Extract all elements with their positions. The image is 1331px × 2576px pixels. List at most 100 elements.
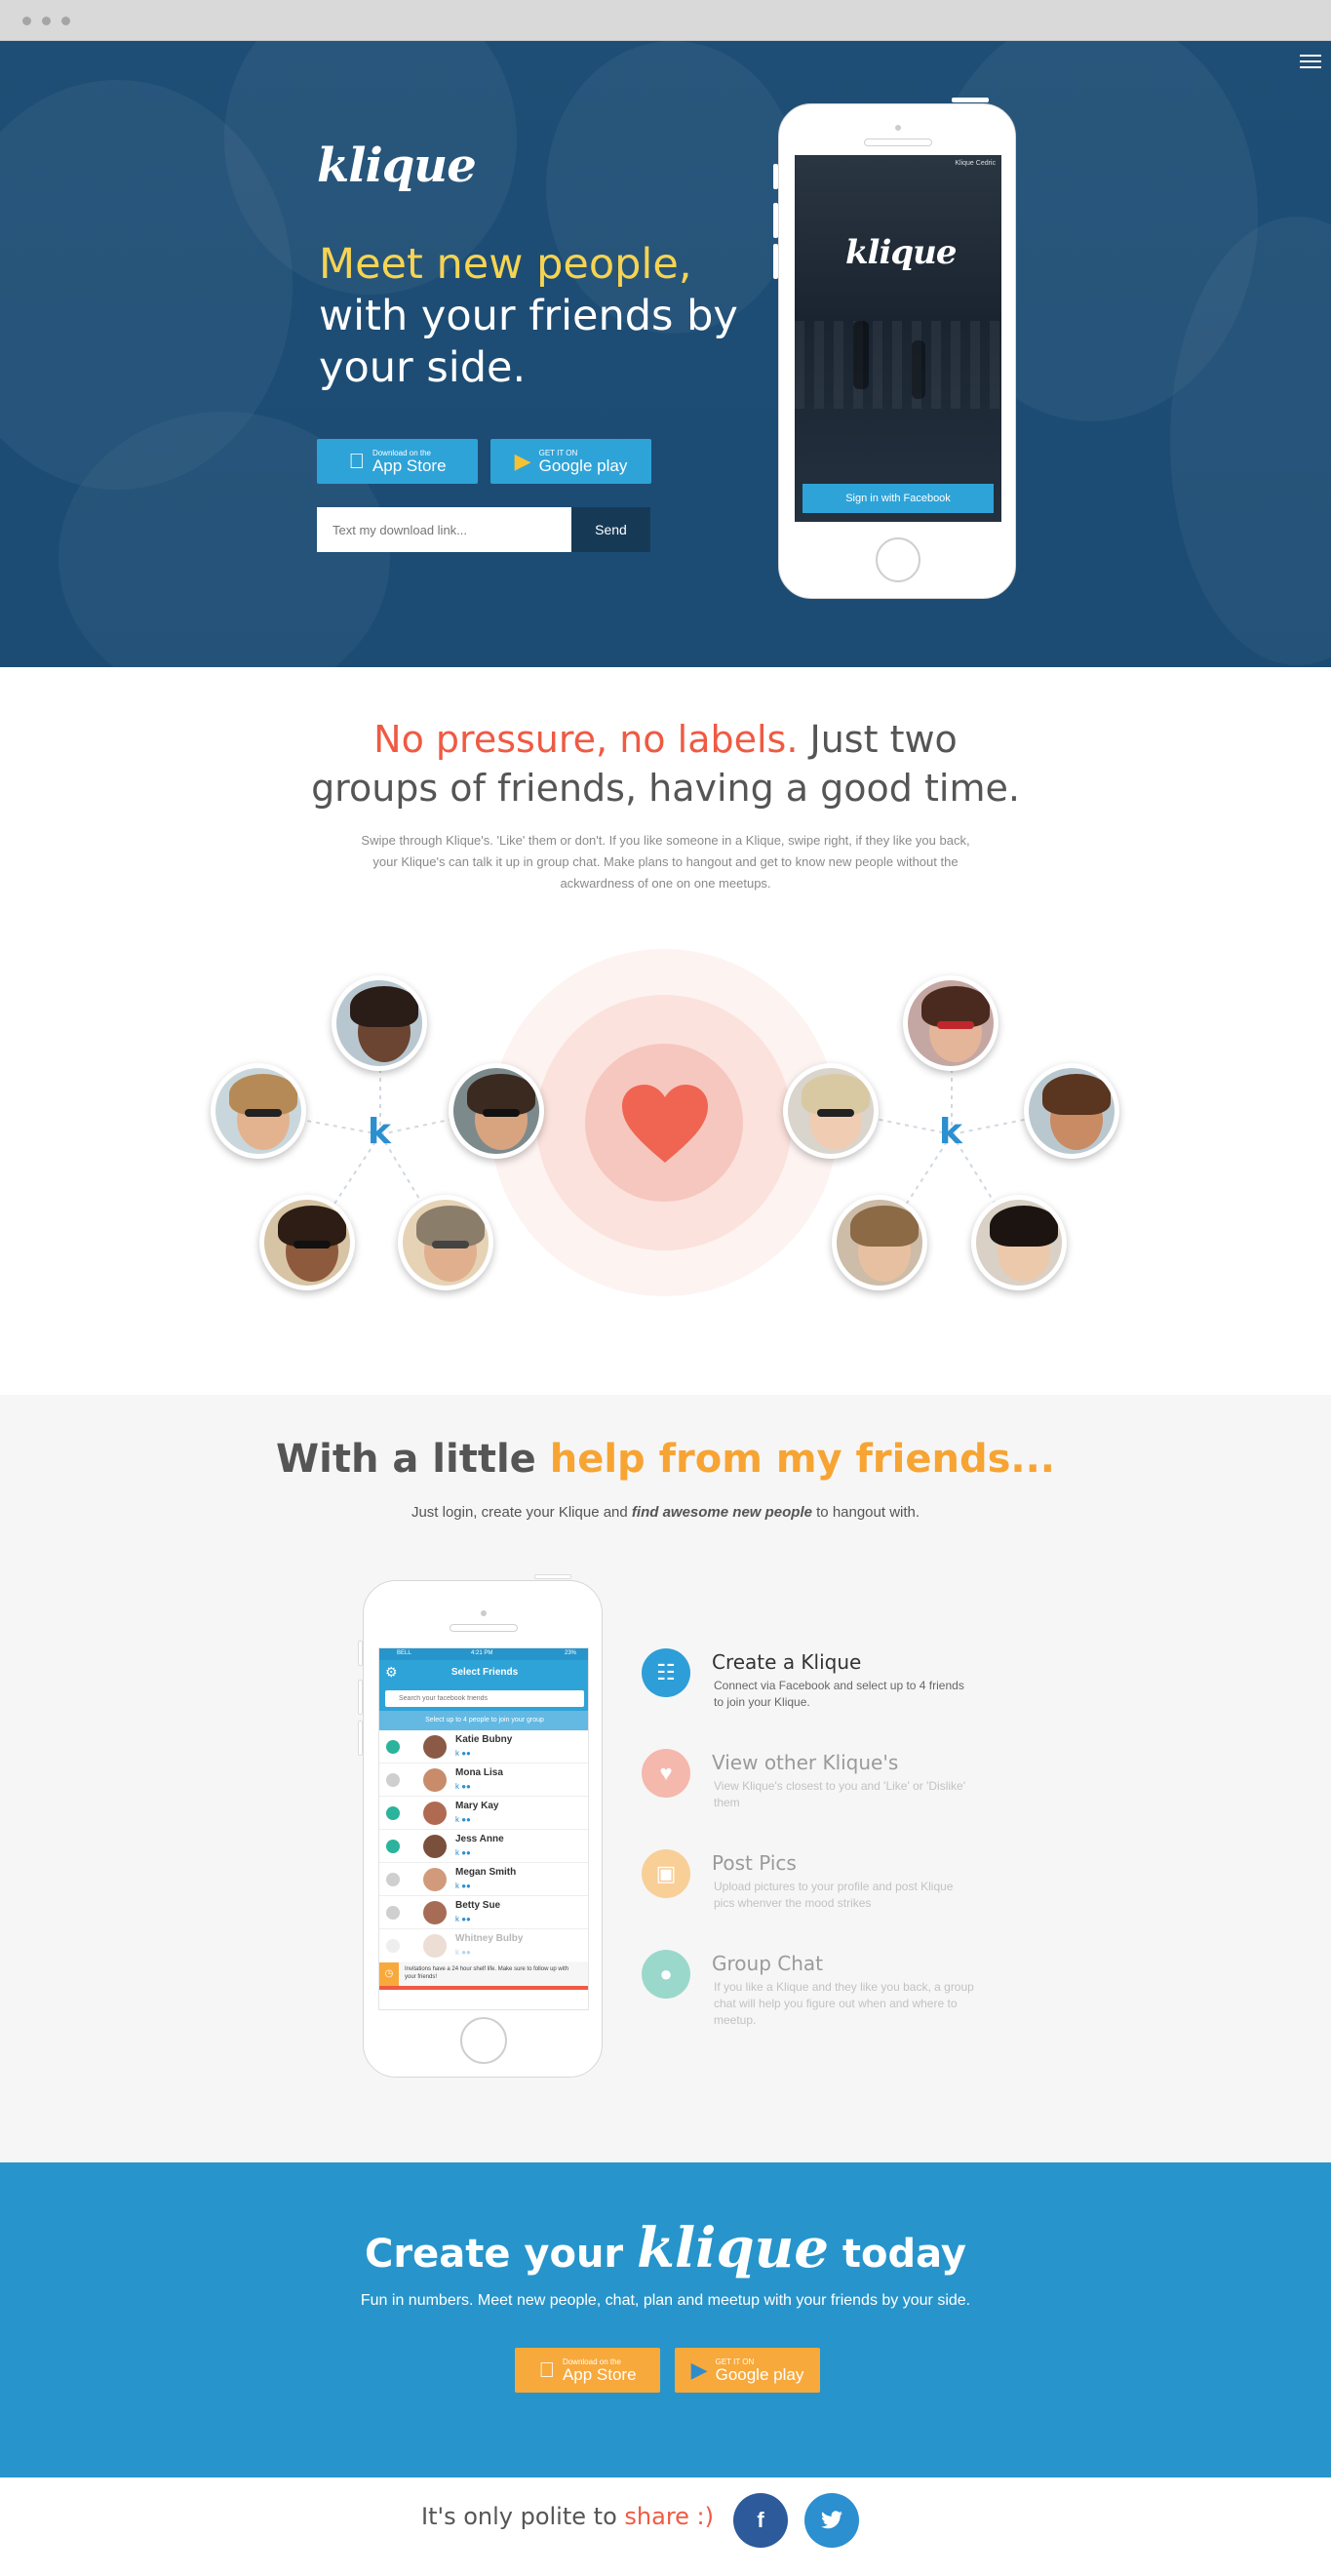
cta-logo: klique	[637, 2216, 829, 2280]
feature-title: Group Chat	[712, 1952, 823, 1975]
avatar	[259, 1195, 355, 1290]
page: { "hero": { "logo": "klique", "headline_…	[0, 0, 1331, 2576]
play-icon: ▶	[690, 2358, 708, 2382]
phone-number-input[interactable]	[317, 507, 571, 552]
avatar	[1024, 1063, 1119, 1159]
friend-name: Mona Lisa	[455, 1767, 503, 1778]
friend-name: Whitney Bulby	[455, 1933, 524, 1944]
avatar	[423, 1768, 447, 1792]
friend-row[interactable]: Whitney Bulby k ●●	[379, 1929, 588, 1962]
avatar	[971, 1195, 1067, 1290]
window-dot	[22, 17, 31, 25]
screen-title: Select Friends	[450, 1667, 519, 1678]
play-icon: ▶	[514, 449, 531, 473]
unchecked-icon[interactable]	[386, 1939, 400, 1953]
avatar	[449, 1063, 544, 1159]
phone-status-text: Klique Cedric	[955, 160, 996, 167]
hero-headline-rest: with your friends by your side.	[319, 292, 738, 392]
app-header: ⚙ Select Friends	[379, 1660, 588, 1687]
avatar	[423, 1735, 447, 1759]
browser-chrome	[0, 0, 1331, 41]
checked-icon[interactable]	[386, 1740, 400, 1754]
friend-meta-icon: k ●●	[455, 1848, 471, 1857]
app-store-button[interactable]:  Download on theApp Store	[515, 2348, 660, 2393]
friend-meta-icon: k ●●	[455, 1782, 471, 1791]
avatar	[423, 1835, 447, 1858]
feature-title: Create a Klique	[712, 1650, 862, 1674]
google-play-button[interactable]: ▶ GET IT ON Google play	[490, 439, 651, 484]
share-link[interactable]: share :)	[624, 2503, 714, 2530]
friend-row[interactable]: Mona Lisa k ●●	[379, 1764, 588, 1797]
window-dot	[61, 17, 70, 25]
cta-section	[0, 2162, 1331, 2477]
avatar	[832, 1195, 927, 1290]
unchecked-icon[interactable]	[386, 1873, 400, 1886]
friend-meta-icon: k ●●	[455, 1749, 471, 1758]
select-friends-screen: BELL 4:21 PM 23% ⚙ Select Friends Select…	[378, 1647, 589, 2010]
klique-k-icon: k	[368, 1112, 391, 1152]
timer-icon: ◷	[379, 1962, 399, 1986]
status-bar: BELL 4:21 PM 23%	[379, 1648, 588, 1660]
share-text: It's only polite to share :)	[420, 2503, 714, 2530]
features-title: With a little help from my friends...	[276, 1437, 1055, 1482]
klique-k-icon: k	[939, 1112, 962, 1152]
friend-name: Jess Anne	[455, 1834, 504, 1844]
cta-subtitle: Fun in numbers. Meet new people, chat, p…	[360, 2292, 971, 2309]
friend-meta-icon: k ●●	[455, 1915, 471, 1923]
feature-description: If you like a Klique and they like you b…	[714, 1980, 974, 2027]
friend-row[interactable]: Betty Sue k ●●	[379, 1896, 588, 1929]
heart-icon: ♥	[642, 1749, 690, 1798]
hamburger-menu-icon[interactable]	[1300, 55, 1321, 70]
intro-paragraph: Swipe through Klique's. 'Like' them or d…	[361, 833, 970, 891]
avatar	[332, 975, 427, 1071]
checked-icon[interactable]	[386, 1806, 400, 1820]
feature-description: Upload pictures to your profile and post…	[714, 1880, 954, 1910]
selection-hint: Select up to 4 people to join your group	[379, 1711, 588, 1730]
friend-row[interactable]: Jess Anne k ●●	[379, 1830, 588, 1863]
group-icon: ☷	[642, 1648, 690, 1697]
friend-row[interactable]: Mary Kay k ●●	[379, 1797, 588, 1830]
facebook-icon[interactable]: f	[733, 2493, 788, 2548]
phone-home-button	[460, 2017, 507, 2064]
friends-search-input[interactable]	[385, 1690, 584, 1707]
friend-name: Betty Sue	[455, 1900, 501, 1911]
app-store-button[interactable]:  Download on theApp Store	[317, 439, 478, 484]
avatar	[423, 1802, 447, 1825]
phone-logo: klique	[845, 233, 958, 272]
friend-meta-icon: k ●●	[455, 1815, 471, 1824]
friend-list: Katie Bubny k ●● Mona Lisa k ●● Mary Kay k ●●…	[379, 1730, 588, 1962]
klique-connector-lines	[258, 1027, 1074, 1245]
feature-description: View Klique's closest to you and 'Like' …	[714, 1779, 966, 1809]
checked-icon[interactable]	[386, 1840, 400, 1853]
features-phone: BELL 4:21 PM 23% ⚙ Select Friends Select…	[363, 1580, 603, 2078]
feature-title: View other Klique's	[712, 1751, 899, 1774]
friend-name: Mary Kay	[455, 1801, 499, 1811]
hero-phone-screen: Klique Cedric klique Sign in with Facebo…	[795, 155, 1001, 522]
intro-title: No pressure, no labels. Just two groups …	[311, 718, 1020, 810]
invite-note: ◷ Invitations have a 24 hour shelf life.…	[379, 1962, 588, 1986]
hero-phone: Klique Cedric klique Sign in with Facebo…	[778, 103, 1016, 599]
friend-row[interactable]: Katie Bubny k ●●	[379, 1730, 588, 1764]
phone-home-button	[876, 537, 920, 582]
unchecked-icon[interactable]	[386, 1773, 400, 1787]
avatar	[903, 975, 998, 1071]
twitter-icon[interactable]	[804, 2493, 859, 2548]
friend-meta-icon: k ●●	[455, 1882, 471, 1890]
friend-name: Katie Bubny	[455, 1734, 513, 1745]
friend-meta-icon: k ●●	[455, 1948, 471, 1957]
friend-row[interactable]: Megan Smith k ●●	[379, 1863, 588, 1896]
facebook-signin-button[interactable]: Sign in with Facebook	[803, 484, 994, 513]
cta-title: Create your klique today	[365, 2216, 966, 2280]
unchecked-icon[interactable]	[386, 1906, 400, 1920]
google-play-button[interactable]: ▶ GET IT ON Google play	[675, 2348, 820, 2393]
avatar	[211, 1063, 306, 1159]
avatar	[783, 1063, 879, 1159]
feature-title: Post Pics	[712, 1851, 797, 1875]
features-subtitle: Just login, create your Klique and find …	[411, 1504, 920, 1521]
hero-headline-highlight: Meet new people,	[319, 240, 692, 289]
avatar	[423, 1868, 447, 1891]
apple-icon: 	[538, 2359, 555, 2381]
send-button[interactable]: Send	[571, 507, 650, 552]
apple-icon: 	[348, 451, 365, 472]
avatar	[423, 1934, 447, 1958]
